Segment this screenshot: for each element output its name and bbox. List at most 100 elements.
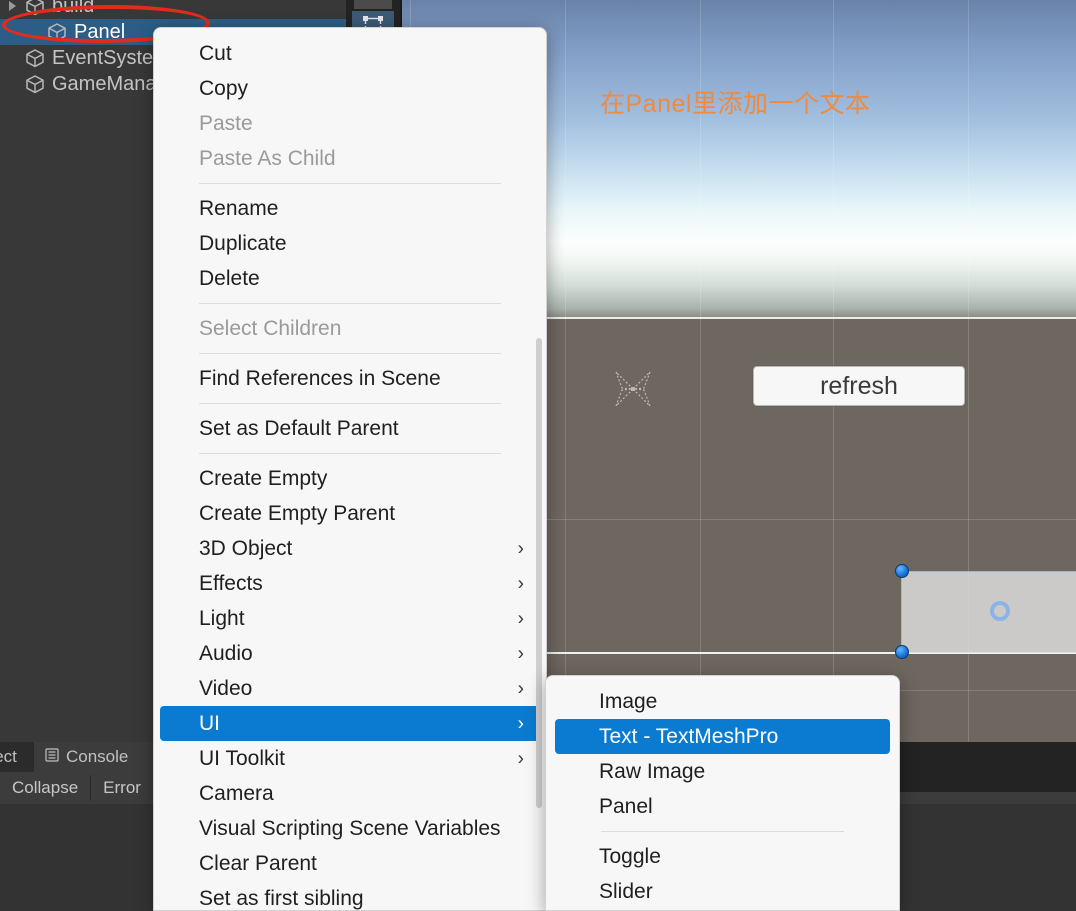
context-menu-scrollbar-track[interactable] bbox=[536, 38, 544, 906]
pivot-circle-icon[interactable] bbox=[990, 601, 1010, 621]
chevron-right-icon: › bbox=[517, 748, 524, 769]
menu-item-label: Create Empty bbox=[199, 466, 328, 490]
submenu-item-label: Toggle bbox=[599, 844, 661, 868]
submenu-item-text-textmeshpro[interactable]: Text - TextMeshPro bbox=[555, 719, 890, 754]
menu-item-label: 3D Object bbox=[199, 536, 293, 560]
rect-handle-bottom-left[interactable] bbox=[895, 645, 909, 659]
menu-item-label: Duplicate bbox=[199, 231, 287, 255]
gameobject-icon bbox=[46, 21, 68, 43]
ui-submenu-item-list: Image Text - TextMeshPro Raw Image Panel Tog… bbox=[546, 684, 899, 909]
refresh-button[interactable]: refresh bbox=[753, 366, 965, 406]
directional-light-gizmo-icon[interactable] bbox=[608, 364, 658, 414]
hierarchy-item-build[interactable]: build bbox=[0, 0, 346, 19]
tab-console-label: Console bbox=[66, 747, 129, 766]
menu-item-create-empty-parent[interactable]: Create Empty Parent bbox=[154, 496, 546, 531]
menu-item-paste-as-child: Paste As Child bbox=[154, 141, 546, 176]
menu-item-visual-scripting-scene-variables[interactable]: Visual Scripting Scene Variables bbox=[154, 811, 546, 846]
chevron-right-icon: › bbox=[517, 678, 524, 699]
gameobject-icon bbox=[24, 47, 46, 69]
menu-item-label: Select Children bbox=[199, 316, 342, 340]
submenu-item-toggle[interactable]: Toggle bbox=[546, 839, 899, 874]
menu-item-effects[interactable]: Effects › bbox=[154, 566, 546, 601]
menu-item-label: Clear Parent bbox=[199, 851, 317, 875]
context-menu-scrollbar-thumb[interactable] bbox=[536, 338, 542, 808]
rect-handle-top-left[interactable] bbox=[895, 564, 909, 578]
menu-item-ui-toolkit[interactable]: UI Toolkit › bbox=[154, 741, 546, 776]
menu-separator bbox=[199, 353, 501, 354]
selected-panel-object[interactable] bbox=[901, 571, 1076, 653]
chevron-right-icon: › bbox=[517, 608, 524, 629]
menu-item-label: Light bbox=[199, 606, 245, 630]
menu-item-set-as-default-parent[interactable]: Set as Default Parent bbox=[154, 411, 546, 446]
menu-item-rename[interactable]: Rename bbox=[154, 191, 546, 226]
menu-item-ui[interactable]: UI › bbox=[160, 706, 540, 741]
submenu-item-label: Panel bbox=[599, 794, 653, 818]
unity-editor-root: build Panel EventSystem GameManag 在Panel… bbox=[0, 0, 1076, 911]
scene-grid-line bbox=[565, 0, 566, 742]
menu-item-3d-object[interactable]: 3D Object › bbox=[154, 531, 546, 566]
hierarchy-item-label: Panel bbox=[74, 21, 126, 43]
chevron-right-icon: › bbox=[517, 573, 524, 594]
tab-project-label: Project bbox=[0, 747, 17, 766]
menu-item-audio[interactable]: Audio › bbox=[154, 636, 546, 671]
menu-item-label: Paste bbox=[199, 111, 253, 135]
hierarchy-context-menu[interactable]: Cut Copy Paste Paste As Child Rename Duplicat… bbox=[153, 27, 547, 911]
menu-item-duplicate[interactable]: Duplicate bbox=[154, 226, 546, 261]
gameobject-icon bbox=[24, 0, 46, 17]
collapse-button[interactable]: Collapse bbox=[0, 775, 92, 801]
scene-view-bottom-bar bbox=[900, 742, 1076, 792]
context-menu-item-list: Cut Copy Paste Paste As Child Rename Duplicat… bbox=[154, 36, 546, 910]
menu-item-video[interactable]: Video › bbox=[154, 671, 546, 706]
submenu-item-raw-image[interactable]: Raw Image bbox=[546, 754, 899, 789]
tab-console[interactable]: Console bbox=[34, 742, 166, 772]
menu-item-cut[interactable]: Cut bbox=[154, 36, 546, 71]
menu-item-label: Set as Default Parent bbox=[199, 416, 399, 440]
gameobject-icon bbox=[24, 73, 46, 95]
chevron-right-icon: › bbox=[517, 713, 524, 734]
chevron-right-icon: › bbox=[517, 643, 524, 664]
menu-item-select-children: Select Children bbox=[154, 311, 546, 346]
submenu-item-image[interactable]: Image bbox=[546, 684, 899, 719]
menu-item-find-references-in-scene[interactable]: Find References in Scene bbox=[154, 361, 546, 396]
submenu-item-slider[interactable]: Slider bbox=[546, 874, 899, 909]
menu-item-label: Delete bbox=[199, 266, 260, 290]
menu-separator bbox=[199, 303, 501, 304]
menu-item-label: Find References in Scene bbox=[199, 366, 441, 390]
menu-item-label: Effects bbox=[199, 571, 263, 595]
ui-submenu[interactable]: Image Text - TextMeshPro Raw Image Panel Tog… bbox=[545, 675, 900, 911]
menu-item-copy[interactable]: Copy bbox=[154, 71, 546, 106]
toolbar-divider bbox=[354, 0, 392, 9]
submenu-item-label: Slider bbox=[599, 879, 653, 903]
submenu-item-panel[interactable]: Panel bbox=[546, 789, 899, 824]
menu-item-label: Paste As Child bbox=[199, 146, 336, 170]
disclosure-triangle-icon[interactable] bbox=[6, 0, 22, 14]
hierarchy-item-label: GameManag bbox=[52, 73, 168, 95]
console-icon bbox=[44, 747, 60, 768]
menu-item-label: Rename bbox=[199, 196, 279, 220]
menu-item-label: UI bbox=[199, 711, 220, 735]
submenu-item-label: Raw Image bbox=[599, 759, 706, 783]
error-filter-button[interactable]: Error bbox=[91, 775, 154, 801]
menu-item-label: Camera bbox=[199, 781, 274, 805]
menu-item-light[interactable]: Light › bbox=[154, 601, 546, 636]
submenu-separator bbox=[601, 831, 844, 832]
menu-item-label: Cut bbox=[199, 41, 232, 65]
menu-item-clear-parent[interactable]: Clear Parent bbox=[154, 846, 546, 881]
hierarchy-item-label: build bbox=[52, 0, 95, 17]
menu-item-paste: Paste bbox=[154, 106, 546, 141]
menu-item-label: Set as first sibling bbox=[199, 886, 364, 910]
menu-separator bbox=[199, 403, 501, 404]
menu-item-delete[interactable]: Delete bbox=[154, 261, 546, 296]
submenu-item-label: Text - TextMeshPro bbox=[599, 724, 779, 748]
scene-annotation-text: 在Panel里添加一个文本 bbox=[600, 90, 871, 118]
menu-item-set-as-first-sibling[interactable]: Set as first sibling bbox=[154, 881, 546, 910]
menu-item-camera[interactable]: Camera bbox=[154, 776, 546, 811]
chevron-right-icon: › bbox=[517, 538, 524, 559]
menu-item-label: Create Empty Parent bbox=[199, 501, 396, 525]
menu-item-create-empty[interactable]: Create Empty bbox=[154, 461, 546, 496]
submenu-item-label: Image bbox=[599, 689, 658, 713]
menu-item-label: UI Toolkit bbox=[199, 746, 285, 770]
